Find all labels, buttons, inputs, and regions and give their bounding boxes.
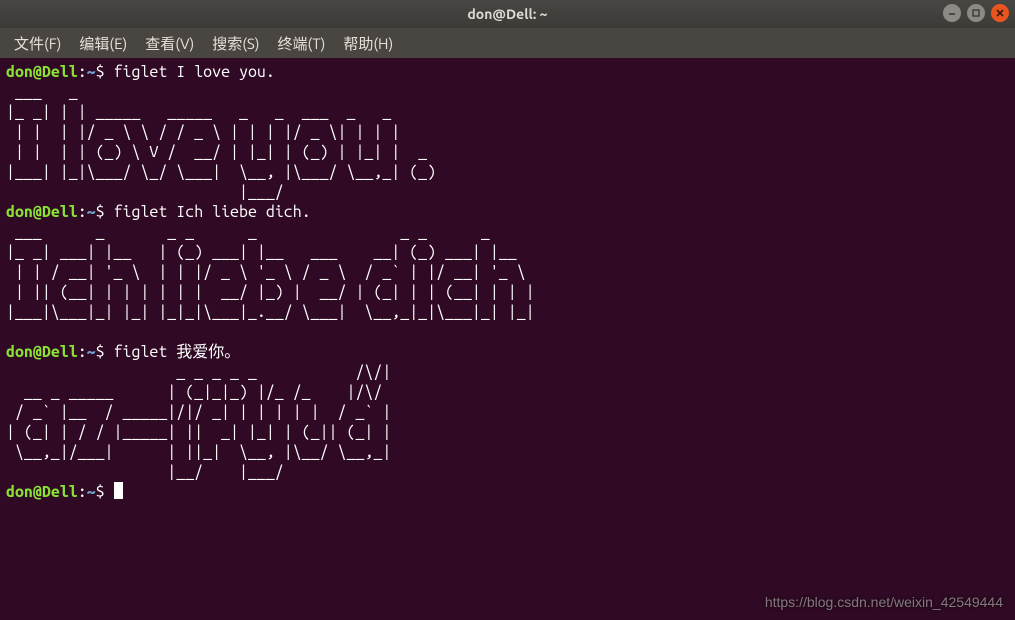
menu-terminal[interactable]: 终端(T) bbox=[270, 30, 334, 57]
prompt-at: @ bbox=[33, 483, 42, 501]
prompt-host: Dell bbox=[42, 483, 78, 501]
prompt-host: Dell bbox=[42, 203, 78, 221]
prompt-dollar: $ bbox=[96, 483, 114, 501]
prompt-path: ~ bbox=[87, 483, 96, 501]
prompt-colon: : bbox=[78, 203, 87, 221]
maximize-button[interactable] bbox=[967, 4, 985, 22]
close-icon bbox=[995, 8, 1005, 18]
terminal-window: don@Dell: ~ 文件(F) 编辑(E) 查看(V) 搜索(S) 终端(T… bbox=[0, 0, 1015, 620]
prompt-host: Dell bbox=[42, 343, 78, 361]
prompt-at: @ bbox=[33, 203, 42, 221]
prompt-dollar: $ bbox=[96, 203, 114, 221]
prompt-user: don bbox=[6, 203, 33, 221]
menu-help[interactable]: 帮助(H) bbox=[335, 30, 401, 57]
menubar: 文件(F) 编辑(E) 查看(V) 搜索(S) 终端(T) 帮助(H) bbox=[0, 28, 1015, 58]
prompt-path: ~ bbox=[87, 203, 96, 221]
command-1: figlet I love you. bbox=[114, 63, 275, 81]
titlebar: don@Dell: ~ bbox=[0, 0, 1015, 28]
prompt-path: ~ bbox=[87, 63, 96, 81]
close-button[interactable] bbox=[991, 4, 1009, 22]
ascii-output-1: ___ _ |_ _| | | _____ _____ _ _ ___ _ _ … bbox=[6, 83, 436, 201]
prompt-colon: : bbox=[78, 483, 87, 501]
prompt-dollar: $ bbox=[96, 343, 114, 361]
prompt-at: @ bbox=[33, 343, 42, 361]
minimize-icon bbox=[947, 8, 957, 18]
prompt-dollar: $ bbox=[96, 63, 114, 81]
terminal-body[interactable]: don@Dell:~$ figlet I love you. ___ _ |_ … bbox=[0, 58, 1015, 620]
prompt-path: ~ bbox=[87, 343, 96, 361]
watermark: https://blog.csdn.net/weixin_42549444 bbox=[765, 592, 1003, 612]
maximize-icon bbox=[971, 8, 981, 18]
prompt-user: don bbox=[6, 343, 33, 361]
window-buttons bbox=[943, 4, 1009, 22]
command-2: figlet Ich liebe dich. bbox=[114, 203, 311, 221]
menu-file[interactable]: 文件(F) bbox=[6, 30, 69, 57]
prompt-user: don bbox=[6, 483, 33, 501]
menu-edit[interactable]: 编辑(E) bbox=[71, 30, 135, 57]
ascii-output-3: _ _ _ _ _ /\/| __ _ _____ | (_|_|_) |/_ … bbox=[6, 363, 391, 481]
command-3: figlet 我爱你。 bbox=[114, 343, 241, 361]
prompt-colon: : bbox=[78, 343, 87, 361]
cursor-block bbox=[114, 482, 123, 499]
menu-search[interactable]: 搜索(S) bbox=[204, 30, 267, 57]
prompt-user: don bbox=[6, 63, 33, 81]
menu-view[interactable]: 查看(V) bbox=[137, 30, 202, 57]
terminal-content: don@Dell:~$ figlet I love you. ___ _ |_ … bbox=[6, 62, 1009, 502]
minimize-button[interactable] bbox=[943, 4, 961, 22]
prompt-at: @ bbox=[33, 63, 42, 81]
ascii-output-2: ___ _ _ _ _ _ _ _ |_ _| ___| |__ | (_) _… bbox=[6, 223, 535, 341]
prompt-host: Dell bbox=[42, 63, 78, 81]
window-title: don@Dell: ~ bbox=[0, 6, 1015, 22]
prompt-colon: : bbox=[78, 63, 87, 81]
